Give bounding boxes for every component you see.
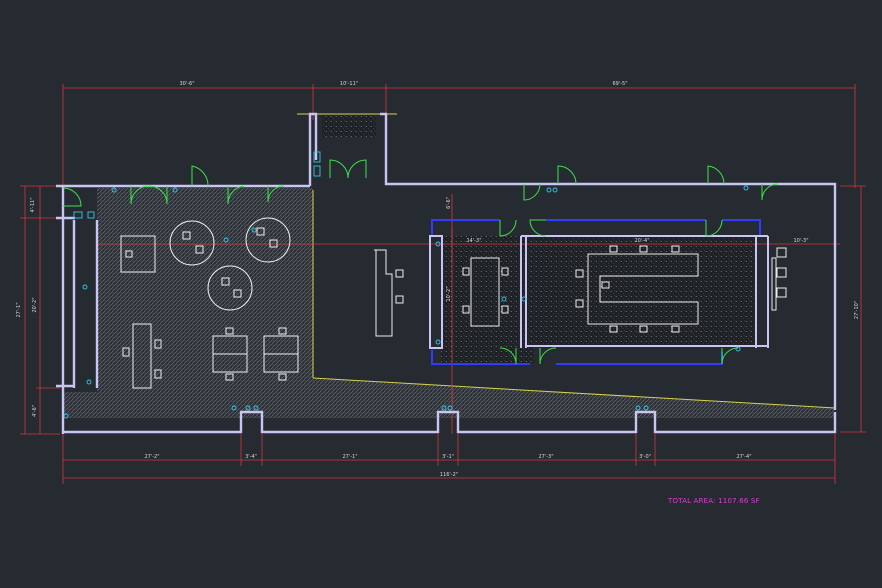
dim-left-total: 27'-1": [16, 302, 22, 317]
dim-top-3: 69'-5": [612, 81, 627, 87]
dim-top-1: 30'-6": [179, 81, 194, 87]
dim-bottom-5: 27'-3": [538, 454, 553, 460]
total-area-label: TOTAL AREA: 1107.66 SF: [668, 497, 760, 505]
dim-bottom-3: 27'-1": [342, 454, 357, 460]
dim-top-2: 10'-11": [340, 81, 358, 87]
dim-left-small: 4'-11": [30, 197, 36, 212]
dim-bottom-total: 116'-2": [440, 472, 458, 478]
dim-interior-right: 10'-3": [793, 238, 808, 244]
dim-interior-vertical-2: 10'-2": [446, 286, 452, 301]
dim-interior-vertical: 6'-6": [446, 197, 452, 209]
dim-bottom-2: 3'-4": [245, 454, 257, 460]
dim-interior-room: 20'-4": [634, 238, 649, 244]
dim-right-total: 27'-10": [854, 301, 860, 319]
dim-bottom-7: 27'-4": [736, 454, 751, 460]
dim-interior-left: 14'-3": [466, 238, 481, 244]
conference-room-floors: [441, 236, 756, 363]
dim-bottom-6: 3'-0": [639, 454, 651, 460]
dim-bottom-1: 27'-2": [144, 454, 159, 460]
dim-bottom-4: 3'-1": [442, 454, 454, 460]
dim-left-mid: 20'-2": [32, 297, 38, 312]
dim-left-bottom: 4'-6": [32, 405, 38, 417]
